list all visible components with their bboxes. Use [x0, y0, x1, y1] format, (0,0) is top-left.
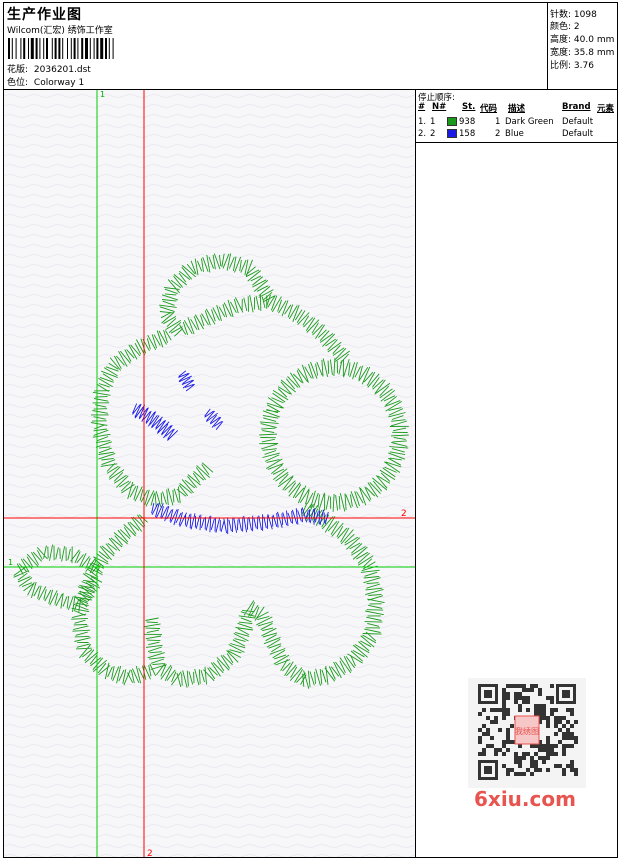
embroidery-preview: 1 1 2 2: [4, 90, 415, 857]
guide-label-green-left: 1: [8, 558, 13, 567]
col-header-element: 元素: [597, 104, 615, 114]
row-code: 1: [495, 117, 501, 127]
row-needle: 2: [430, 129, 436, 139]
stat-color-count: 颜色: 2: [550, 22, 580, 32]
colorway-line: 色位: Colorway 1: [7, 75, 84, 88]
guide-label-green-top: 1: [100, 90, 105, 99]
qr-code: 我绣图: [468, 678, 586, 788]
guide-label-red-right: 2: [401, 509, 407, 519]
thread-color-swatch: [447, 117, 457, 126]
design-stats-panel: 针数: 1098 颜色: 2 高度: 40.0 mm 宽度: 35.8 mm 比…: [547, 3, 618, 89]
row-index: 1.: [418, 117, 427, 127]
row-stitches: 158: [459, 129, 476, 139]
barcode: [8, 38, 114, 59]
row-needle: 1: [430, 117, 436, 127]
row-description: Dark Green: [505, 117, 554, 127]
col-header-index: #: [418, 102, 426, 112]
site-logo: 6xiu.com: [474, 787, 576, 811]
colorway-label: 色位:: [7, 78, 29, 88]
design-file-label: 花版:: [7, 65, 29, 75]
stat-width: 宽度: 35.8 mm: [550, 48, 615, 58]
colorway-value: Colorway 1: [33, 78, 85, 88]
col-header-description: 描述: [508, 104, 526, 114]
row-code: 2: [495, 129, 501, 139]
design-canvas[interactable]: 1 1 2 2: [4, 90, 416, 857]
stop-sequence-panel: 停止顺序: # N# St. 代码 描述 Brand 元素 1. 1 938 1…: [416, 90, 617, 143]
qr-badge-text: 我绣图: [515, 726, 539, 736]
col-header-stitches: St.: [462, 102, 476, 112]
col-header-needle: N#: [432, 102, 447, 112]
thread-color-swatch: [447, 129, 457, 138]
stat-height: 高度: 40.0 mm: [550, 35, 615, 45]
row-brand: Default: [562, 117, 594, 127]
worksheet-title: 生产作业图: [7, 7, 82, 23]
row-stitches: 938: [459, 117, 476, 127]
row-index: 2.: [418, 129, 427, 139]
row-description: Blue: [505, 129, 524, 139]
studio-name: Wilcom(汇宏) 绣饰工作室: [7, 26, 113, 36]
design-file-value: 2036201.dst: [33, 65, 91, 75]
guide-label-red-bottom: 2: [147, 849, 153, 857]
design-file-line: 花版: 2036201.dst: [7, 62, 91, 75]
stat-scale: 比例: 3.76: [550, 61, 594, 71]
worksheet-header: 生产作业图 Wilcom(汇宏) 绣饰工作室 花版: 2036201.dst 色…: [4, 3, 617, 90]
col-header-code: 代码: [480, 104, 498, 114]
col-header-brand: Brand: [562, 102, 591, 112]
row-brand: Default: [562, 129, 594, 139]
